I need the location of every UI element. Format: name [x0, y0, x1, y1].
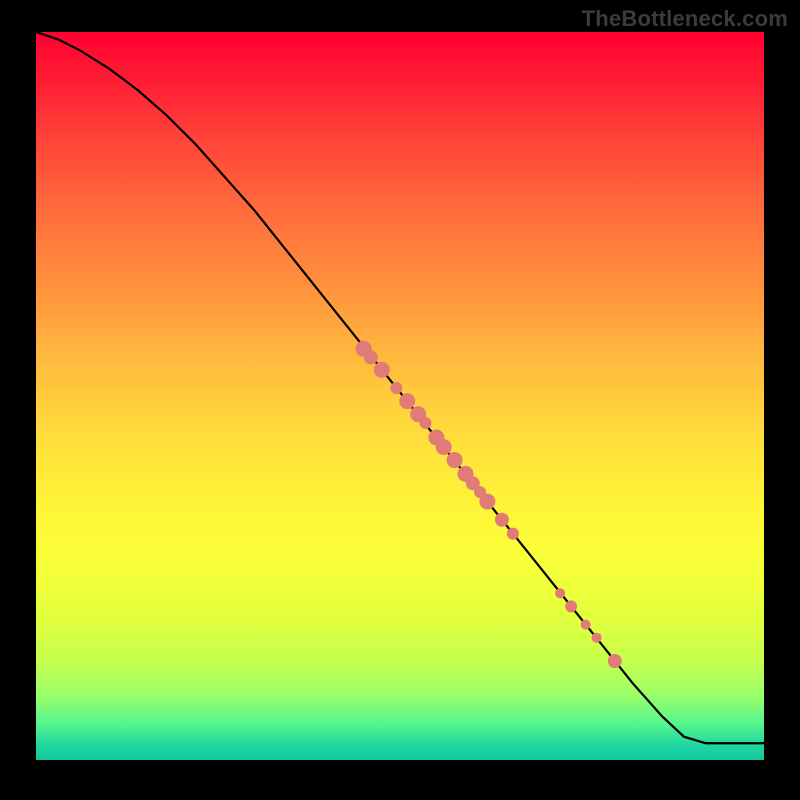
- data-marker: [374, 362, 390, 378]
- data-marker: [479, 494, 495, 510]
- data-marker: [555, 588, 565, 598]
- data-marker: [581, 620, 591, 630]
- curve-line: [36, 32, 764, 743]
- data-marker: [447, 452, 463, 468]
- chart-stage: TheBottleneck.com: [0, 0, 800, 800]
- data-marker: [399, 393, 415, 409]
- data-marker: [507, 528, 519, 540]
- data-marker: [419, 417, 431, 429]
- data-marker: [410, 406, 426, 422]
- plot-area: [36, 32, 764, 760]
- data-marker: [592, 633, 602, 643]
- data-marker: [364, 350, 378, 364]
- data-marker: [390, 382, 402, 394]
- data-marker: [474, 486, 486, 498]
- chart-svg: [36, 32, 764, 760]
- watermark-text: TheBottleneck.com: [582, 6, 788, 32]
- data-marker: [428, 430, 444, 446]
- data-marker: [495, 513, 509, 527]
- data-marker: [356, 341, 372, 357]
- data-marker: [608, 654, 622, 668]
- data-marker: [458, 466, 474, 482]
- data-marker: [436, 439, 452, 455]
- data-marker: [565, 600, 577, 612]
- data-marker: [466, 476, 480, 490]
